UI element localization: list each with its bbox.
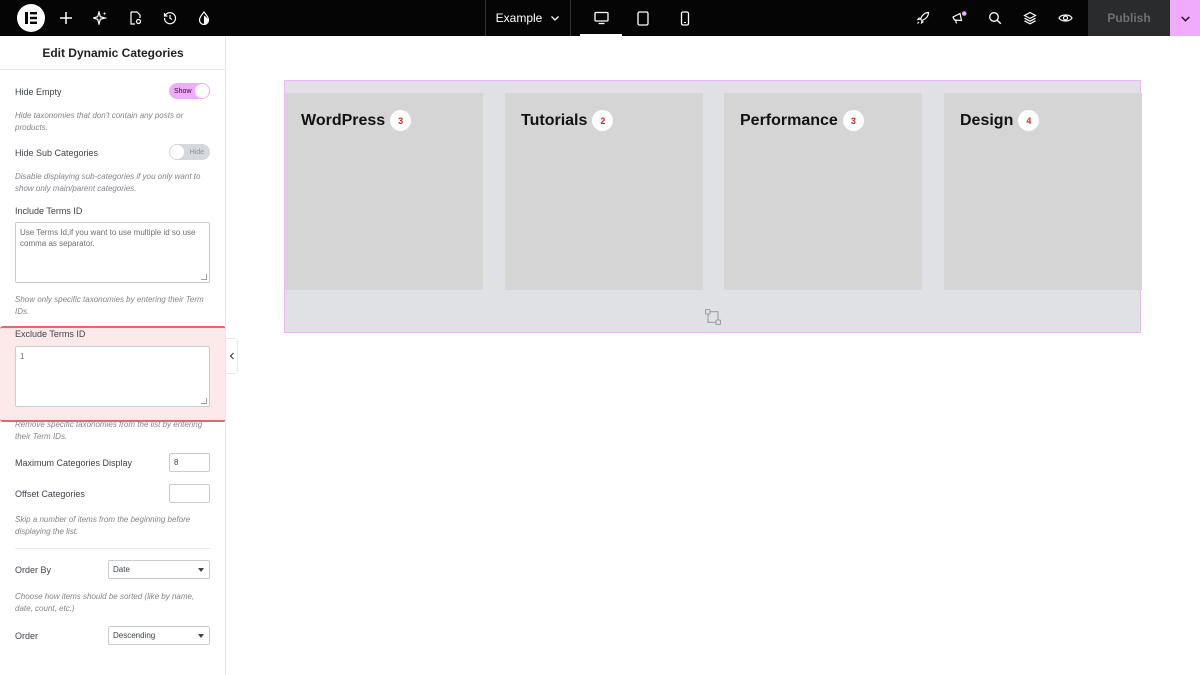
history-button[interactable]	[159, 0, 181, 36]
document-title: Example	[495, 11, 543, 25]
categories-section[interactable]: WordPress 3 Tutorials 2 Performance 3 De…	[284, 80, 1142, 333]
launchpad-button[interactable]	[912, 0, 934, 36]
offset-input[interactable]	[169, 484, 210, 503]
hide-sub-description: Disable displaying sub-categories if you…	[15, 172, 201, 193]
include-terms-textarea[interactable]: Use Terms Id,if you want to use multiple…	[15, 222, 210, 283]
category-name: Tutorials	[521, 111, 588, 129]
add-element-button[interactable]	[55, 0, 77, 36]
device-mobile-button[interactable]	[664, 0, 706, 36]
hide-empty-switch[interactable]: Show	[169, 83, 210, 99]
offset-label: Offset Categories	[15, 489, 85, 499]
hide-empty-switch-text: Show	[174, 87, 192, 95]
connection-icon[interactable]	[704, 308, 722, 326]
exclude-terms-label: Exclude Terms ID	[15, 329, 86, 339]
site-settings-drop-icon	[198, 11, 210, 25]
max-display-input[interactable]: 8	[169, 453, 210, 472]
category-name: Design	[960, 111, 1014, 129]
exclude-terms-description: Remove specific taxonomies from the list…	[15, 420, 203, 441]
device-tablet-button[interactable]	[622, 0, 664, 36]
elementor-logo-icon[interactable]	[17, 4, 45, 32]
category-card-design[interactable]: Design 4	[944, 93, 1142, 290]
desktop-icon	[593, 11, 609, 25]
finder-button[interactable]	[984, 0, 1006, 36]
category-name: WordPress	[301, 111, 386, 129]
category-count-badge: 3	[842, 110, 864, 131]
chevron-down-icon	[1180, 15, 1190, 22]
add-icon	[60, 12, 72, 24]
page-settings-button[interactable]	[124, 0, 146, 36]
exclude-terms-value: 1	[20, 352, 25, 361]
category-name: Performance	[740, 111, 838, 129]
switch-knob	[195, 84, 209, 98]
publish-button[interactable]: Publish	[1088, 0, 1170, 36]
editor-panel: Edit Dynamic Categories Hide Empty Show …	[0, 36, 226, 675]
hide-empty-label: Hide Empty	[15, 87, 62, 97]
category-title: Tutorials 2	[521, 110, 614, 131]
layers-icon	[1023, 11, 1037, 25]
hide-empty-description: Hide taxonomies that don't contain any p…	[15, 111, 184, 132]
category-card-tutorials[interactable]: Tutorials 2	[505, 93, 703, 290]
whats-new-button[interactable]	[948, 0, 970, 36]
editor-top-bar: Example Publish	[0, 0, 1200, 36]
include-terms-description: Show only specific taxonomies by enterin…	[15, 295, 204, 316]
structure-button[interactable]	[1019, 0, 1041, 36]
category-count-badge: 2	[592, 110, 614, 131]
site-settings-button[interactable]	[193, 0, 215, 36]
section-divider	[15, 548, 210, 549]
order-label: Order	[15, 631, 39, 641]
include-terms-label: Include Terms ID	[15, 206, 83, 216]
order-by-label: Order By	[15, 565, 52, 575]
page-settings-icon	[130, 11, 142, 25]
chevron-left-icon	[229, 352, 234, 360]
category-count-badge: 3	[390, 110, 412, 131]
hide-sub-label: Hide Sub Categories	[15, 148, 99, 158]
preview-button[interactable]	[1054, 0, 1076, 36]
order-value: Descending	[113, 631, 156, 640]
megaphone-icon	[952, 11, 967, 24]
category-title: WordPress 3	[301, 110, 412, 131]
category-count-badge: 4	[1018, 110, 1040, 131]
exclude-terms-textarea[interactable]: 1	[15, 346, 210, 407]
order-by-description: Choose how items should be sorted (like …	[15, 592, 195, 613]
resize-handle[interactable]	[201, 274, 207, 280]
offset-description: Skip a number of items from the beginnin…	[15, 515, 191, 536]
order-select[interactable]: Descending	[108, 626, 210, 645]
chevron-down-icon	[551, 16, 560, 21]
rocket-icon	[916, 11, 930, 25]
hide-sub-switch-text: Hide	[189, 148, 204, 156]
history-icon	[163, 12, 177, 25]
device-desktop-button[interactable]	[580, 0, 622, 36]
max-display-label: Maximum Categories Display	[15, 458, 133, 468]
category-card-wordpress[interactable]: WordPress 3	[285, 93, 483, 290]
hide-sub-switch[interactable]: Hide	[169, 144, 210, 160]
category-card-performance[interactable]: Performance 3	[724, 93, 922, 290]
caret-down-icon	[198, 568, 204, 572]
publish-options-button[interactable]	[1170, 0, 1200, 36]
category-title: Design 4	[960, 110, 1040, 131]
ai-button[interactable]	[89, 0, 111, 36]
eye-icon	[1057, 14, 1073, 22]
caret-down-icon	[198, 634, 204, 638]
category-title: Performance 3	[740, 110, 864, 131]
ai-sparkle-icon	[93, 11, 107, 25]
collapse-panel-button[interactable]	[226, 338, 238, 374]
tablet-icon	[637, 10, 649, 26]
include-terms-placeholder: Use Terms Id,if you want to use multiple…	[20, 228, 196, 248]
order-by-value: Date	[113, 565, 130, 574]
mobile-icon	[680, 10, 690, 26]
switch-knob	[170, 145, 184, 159]
order-by-select[interactable]: Date	[108, 560, 210, 579]
search-icon	[989, 12, 1002, 25]
document-title-dropdown[interactable]: Example	[485, 0, 571, 36]
panel-title: Edit Dynamic Categories	[0, 36, 225, 70]
resize-handle[interactable]	[201, 398, 207, 404]
